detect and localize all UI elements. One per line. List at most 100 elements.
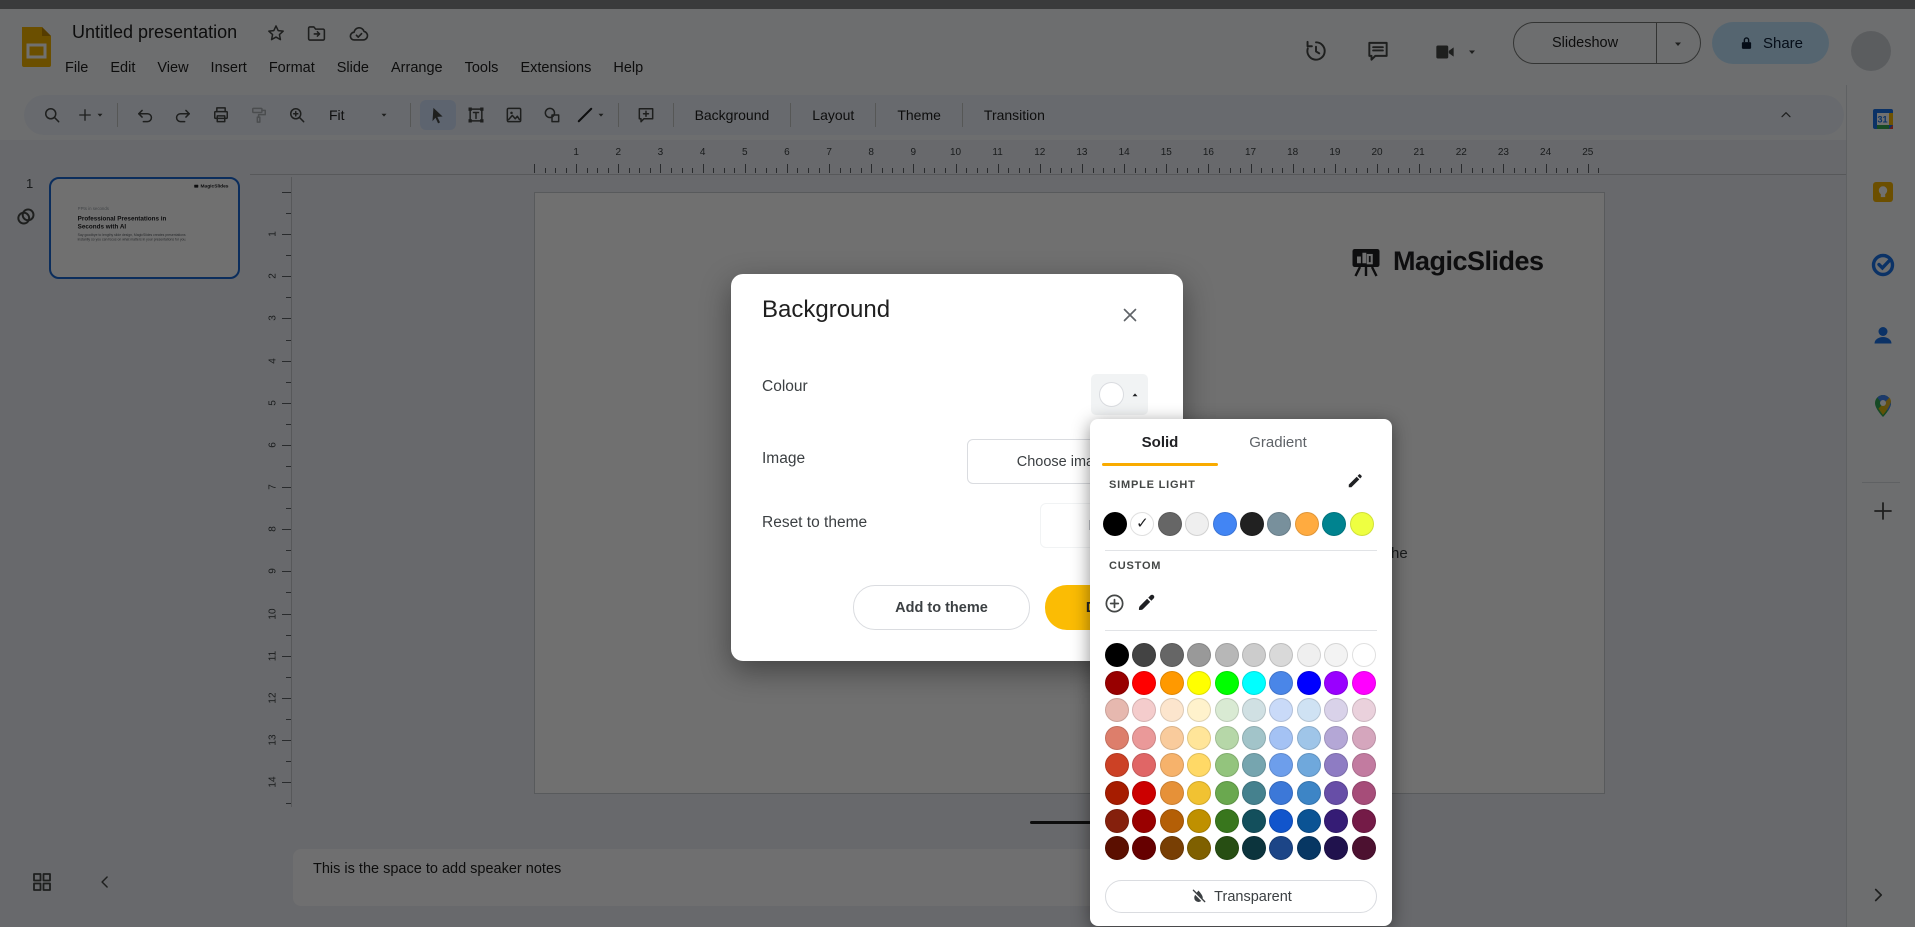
theme-color-swatch[interactable] [1213,512,1237,536]
color-swatch[interactable] [1352,753,1376,777]
color-swatch[interactable] [1105,836,1129,860]
color-swatch[interactable] [1297,781,1321,805]
color-swatch[interactable] [1297,671,1321,695]
color-swatch[interactable] [1242,809,1266,833]
theme-color-swatch[interactable] [1350,512,1374,536]
add-to-theme-button[interactable]: Add to theme [853,585,1030,630]
color-swatch[interactable] [1187,671,1211,695]
color-swatch[interactable] [1269,781,1293,805]
color-swatch[interactable] [1160,836,1184,860]
colour-swatch-dropdown[interactable] [1091,374,1148,415]
color-swatch[interactable] [1187,836,1211,860]
edit-theme-pencil-icon[interactable] [1346,471,1365,490]
color-swatch[interactable] [1242,698,1266,722]
theme-color-swatch[interactable] [1185,512,1209,536]
color-swatch[interactable] [1269,836,1293,860]
color-swatch[interactable] [1160,643,1184,667]
color-swatch[interactable] [1132,671,1156,695]
color-swatch[interactable] [1105,671,1129,695]
color-swatch[interactable] [1132,836,1156,860]
color-swatch[interactable] [1242,726,1266,750]
color-swatch[interactable] [1215,726,1239,750]
color-swatch[interactable] [1324,753,1348,777]
colour-row-label: Colour [762,378,808,396]
color-swatch[interactable] [1269,671,1293,695]
color-swatch[interactable] [1132,781,1156,805]
color-swatch[interactable] [1132,726,1156,750]
color-swatch[interactable] [1132,753,1156,777]
color-swatch[interactable] [1160,671,1184,695]
color-swatch[interactable] [1297,809,1321,833]
color-swatch[interactable] [1132,643,1156,667]
color-swatch[interactable] [1105,753,1129,777]
color-swatch[interactable] [1160,781,1184,805]
transparent-button[interactable]: Transparent [1105,880,1377,913]
color-swatch[interactable] [1297,643,1321,667]
color-swatch[interactable] [1215,781,1239,805]
theme-color-swatch[interactable] [1240,512,1264,536]
tab-gradient[interactable]: Gradient [1208,419,1348,465]
color-swatch[interactable] [1187,726,1211,750]
color-swatch[interactable] [1297,726,1321,750]
color-swatch[interactable] [1352,781,1376,805]
color-swatch[interactable] [1187,643,1211,667]
color-swatch[interactable] [1242,836,1266,860]
color-swatch[interactable] [1269,726,1293,750]
color-swatch[interactable] [1352,726,1376,750]
color-swatch[interactable] [1269,698,1293,722]
color-swatch[interactable] [1105,698,1129,722]
color-swatch[interactable] [1242,643,1266,667]
color-swatch[interactable] [1215,643,1239,667]
color-swatch[interactable] [1160,809,1184,833]
color-swatch[interactable] [1352,671,1376,695]
color-swatch[interactable] [1242,671,1266,695]
color-swatch[interactable] [1324,781,1348,805]
color-swatch[interactable] [1105,809,1129,833]
color-swatch[interactable] [1269,809,1293,833]
color-swatch[interactable] [1242,781,1266,805]
theme-color-swatch[interactable] [1267,512,1291,536]
color-swatch[interactable] [1352,643,1376,667]
color-swatch[interactable] [1160,698,1184,722]
color-swatch[interactable] [1324,809,1348,833]
eyedropper-icon[interactable] [1134,592,1157,615]
add-custom-colour-icon[interactable] [1103,592,1126,615]
color-swatch[interactable] [1297,753,1321,777]
color-swatch[interactable] [1269,753,1293,777]
color-swatch[interactable] [1215,836,1239,860]
color-swatch[interactable] [1269,643,1293,667]
color-swatch[interactable] [1324,726,1348,750]
theme-color-swatch[interactable]: ✓ [1130,512,1154,536]
color-swatch[interactable] [1187,698,1211,722]
theme-color-swatch[interactable] [1295,512,1319,536]
color-swatch[interactable] [1187,781,1211,805]
color-swatch[interactable] [1324,698,1348,722]
color-swatch[interactable] [1105,781,1129,805]
color-swatch[interactable] [1324,836,1348,860]
reset-row-label: Reset to theme [762,514,867,532]
color-swatch[interactable] [1352,698,1376,722]
close-icon[interactable] [1119,304,1141,326]
color-swatch[interactable] [1297,836,1321,860]
color-swatch[interactable] [1215,809,1239,833]
color-swatch[interactable] [1242,753,1266,777]
color-swatch[interactable] [1160,726,1184,750]
color-swatch[interactable] [1160,753,1184,777]
color-swatch[interactable] [1187,809,1211,833]
color-swatch[interactable] [1324,671,1348,695]
theme-color-swatch[interactable] [1103,512,1127,536]
theme-color-swatch[interactable] [1322,512,1346,536]
color-swatch[interactable] [1187,753,1211,777]
color-swatch[interactable] [1215,698,1239,722]
color-swatch[interactable] [1105,643,1129,667]
theme-color-swatch[interactable] [1158,512,1182,536]
color-swatch[interactable] [1215,753,1239,777]
color-swatch[interactable] [1352,836,1376,860]
color-swatch[interactable] [1132,698,1156,722]
color-swatch[interactable] [1352,809,1376,833]
color-swatch[interactable] [1324,643,1348,667]
color-swatch[interactable] [1105,726,1129,750]
color-swatch[interactable] [1297,698,1321,722]
color-swatch[interactable] [1215,671,1239,695]
color-swatch[interactable] [1132,809,1156,833]
